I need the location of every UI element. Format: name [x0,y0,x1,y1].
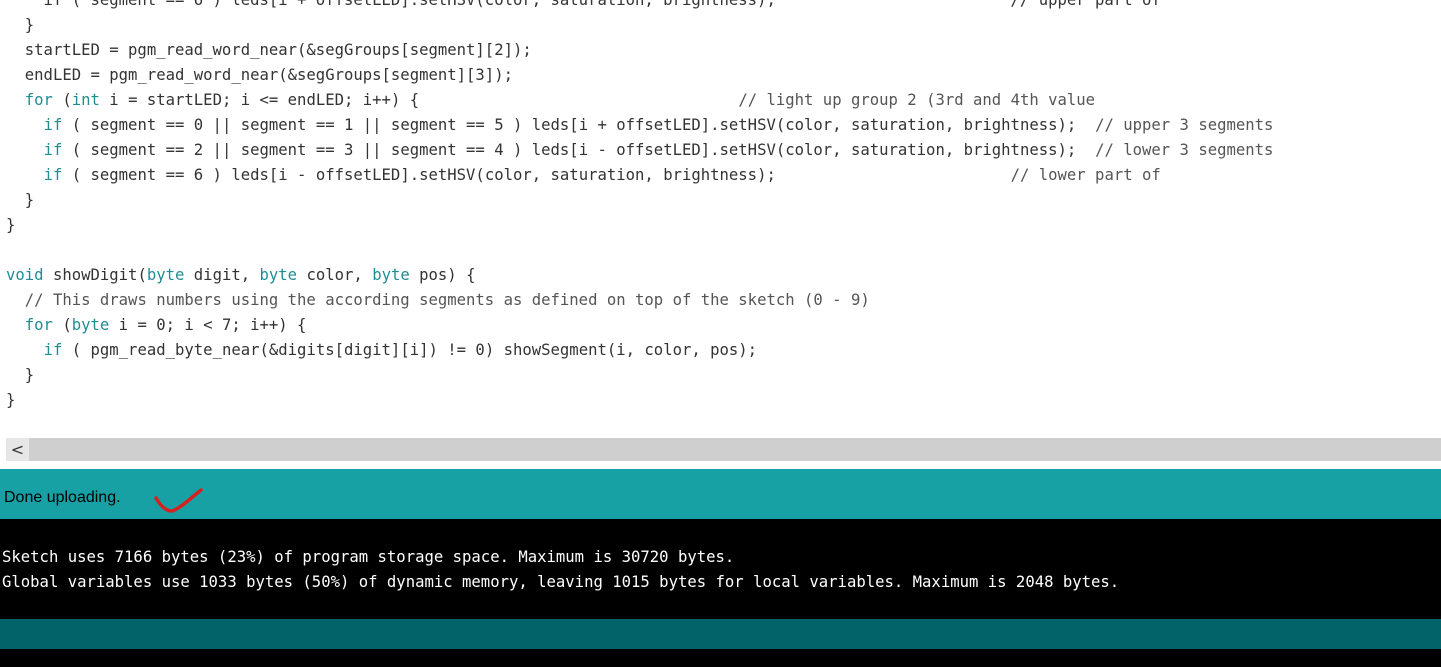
code-keyword: int [71,91,100,109]
code-text: ( segment == 6 ) leds[i - offsetLED].set… [62,166,1011,184]
code-keyword: for [24,316,53,334]
code-comment: // light up group 2 (3rd and 4th value [738,91,1096,109]
code-keyword: if [43,341,63,359]
console-line: Sketch uses 7166 bytes (23%) of program … [2,548,735,566]
code-text: } [6,366,35,384]
horizontal-scrollbar[interactable]: < [0,437,1441,463]
code-text: digit, [184,266,260,284]
code-line: if ( segment == 6 ) leds[i + offsetLED].… [6,0,1161,13]
code-keyword: for [24,91,53,109]
code-line: void showDigit(byte digit, byte color, b… [6,263,475,288]
code-line: if ( segment == 2 || segment == 3 || seg… [6,138,1274,163]
code-keyword: byte [259,266,298,284]
code-text: pos) { [409,266,476,284]
code-text: startLED = pgm_read_word_near(&segGroups… [6,41,532,59]
console-footer-bar [0,619,1441,649]
code-text: if ( segment == 6 ) leds[i + offsetLED].… [6,0,1161,9]
status-message: Done uploading. [4,489,121,506]
code-keyword: if [43,116,63,134]
code-text: i = 0; i < 7; i++) { [109,316,307,334]
code-keyword: if [43,166,63,184]
code-editor[interactable]: if ( segment == 6 ) leds[i + offsetLED].… [0,0,1441,437]
code-line: startLED = pgm_read_word_near(&segGroups… [6,38,532,63]
code-keyword: if [43,141,63,159]
code-line: for (byte i = 0; i < 7; i++) { [6,313,307,338]
code-line: endLED = pgm_read_word_near(&segGroups[s… [6,63,513,88]
console-bottom-area [0,649,1441,667]
status-bar: Done uploading. [0,469,1441,519]
code-text: } [6,191,35,209]
code-text: showDigit( [43,266,147,284]
code-text: ( pgm_read_byte_near(&digits[digit][i]) … [62,341,758,359]
code-line: for (int i = startLED; i <= endLED; i++)… [6,88,1095,113]
code-line: } [6,213,15,238]
scroll-left-arrow-icon[interactable]: < [6,438,29,461]
code-text: } [6,216,16,234]
code-text: ( segment == 0 || segment == 1 || segmen… [62,116,1096,134]
code-line: if ( segment == 0 || segment == 1 || seg… [6,113,1274,138]
code-line: } [6,188,34,213]
code-text: ( [52,316,72,334]
code-keyword: byte [71,316,110,334]
code-text: } [6,16,35,34]
code-line: } [6,388,15,413]
code-keyword: byte [372,266,410,284]
code-line: if ( pgm_read_byte_near(&digits[digit][i… [6,338,758,363]
code-comment: // upper 3 segments [1095,116,1274,134]
code-line: } [6,363,34,388]
code-keyword: byte [146,266,185,284]
code-line: // This draws numbers using the accordin… [6,288,870,313]
code-text: color, [297,266,373,284]
console-output[interactable]: Sketch uses 7166 bytes (23%) of program … [0,519,1441,619]
code-text: endLED = pgm_read_word_near(&segGroups[s… [6,66,513,84]
check-mark-icon [154,488,203,513]
code-line: if ( segment == 6 ) leds[i - offsetLED].… [6,163,1161,188]
code-text: ( [52,91,72,109]
code-text: ( segment == 2 || segment == 3 || segmen… [62,141,1096,159]
code-comment: // lower part of [1010,166,1161,184]
code-comment: // This draws numbers using the accordin… [24,291,870,309]
code-text: i = startLED; i <= endLED; i++) { [99,91,739,109]
console-line: Global variables use 1033 bytes (50%) of… [2,573,1120,591]
scrollbar-track[interactable] [6,438,1441,461]
code-text: } [6,391,16,409]
code-line: } [6,13,34,38]
code-keyword: void [6,266,44,284]
code-comment: // lower 3 segments [1095,141,1274,159]
